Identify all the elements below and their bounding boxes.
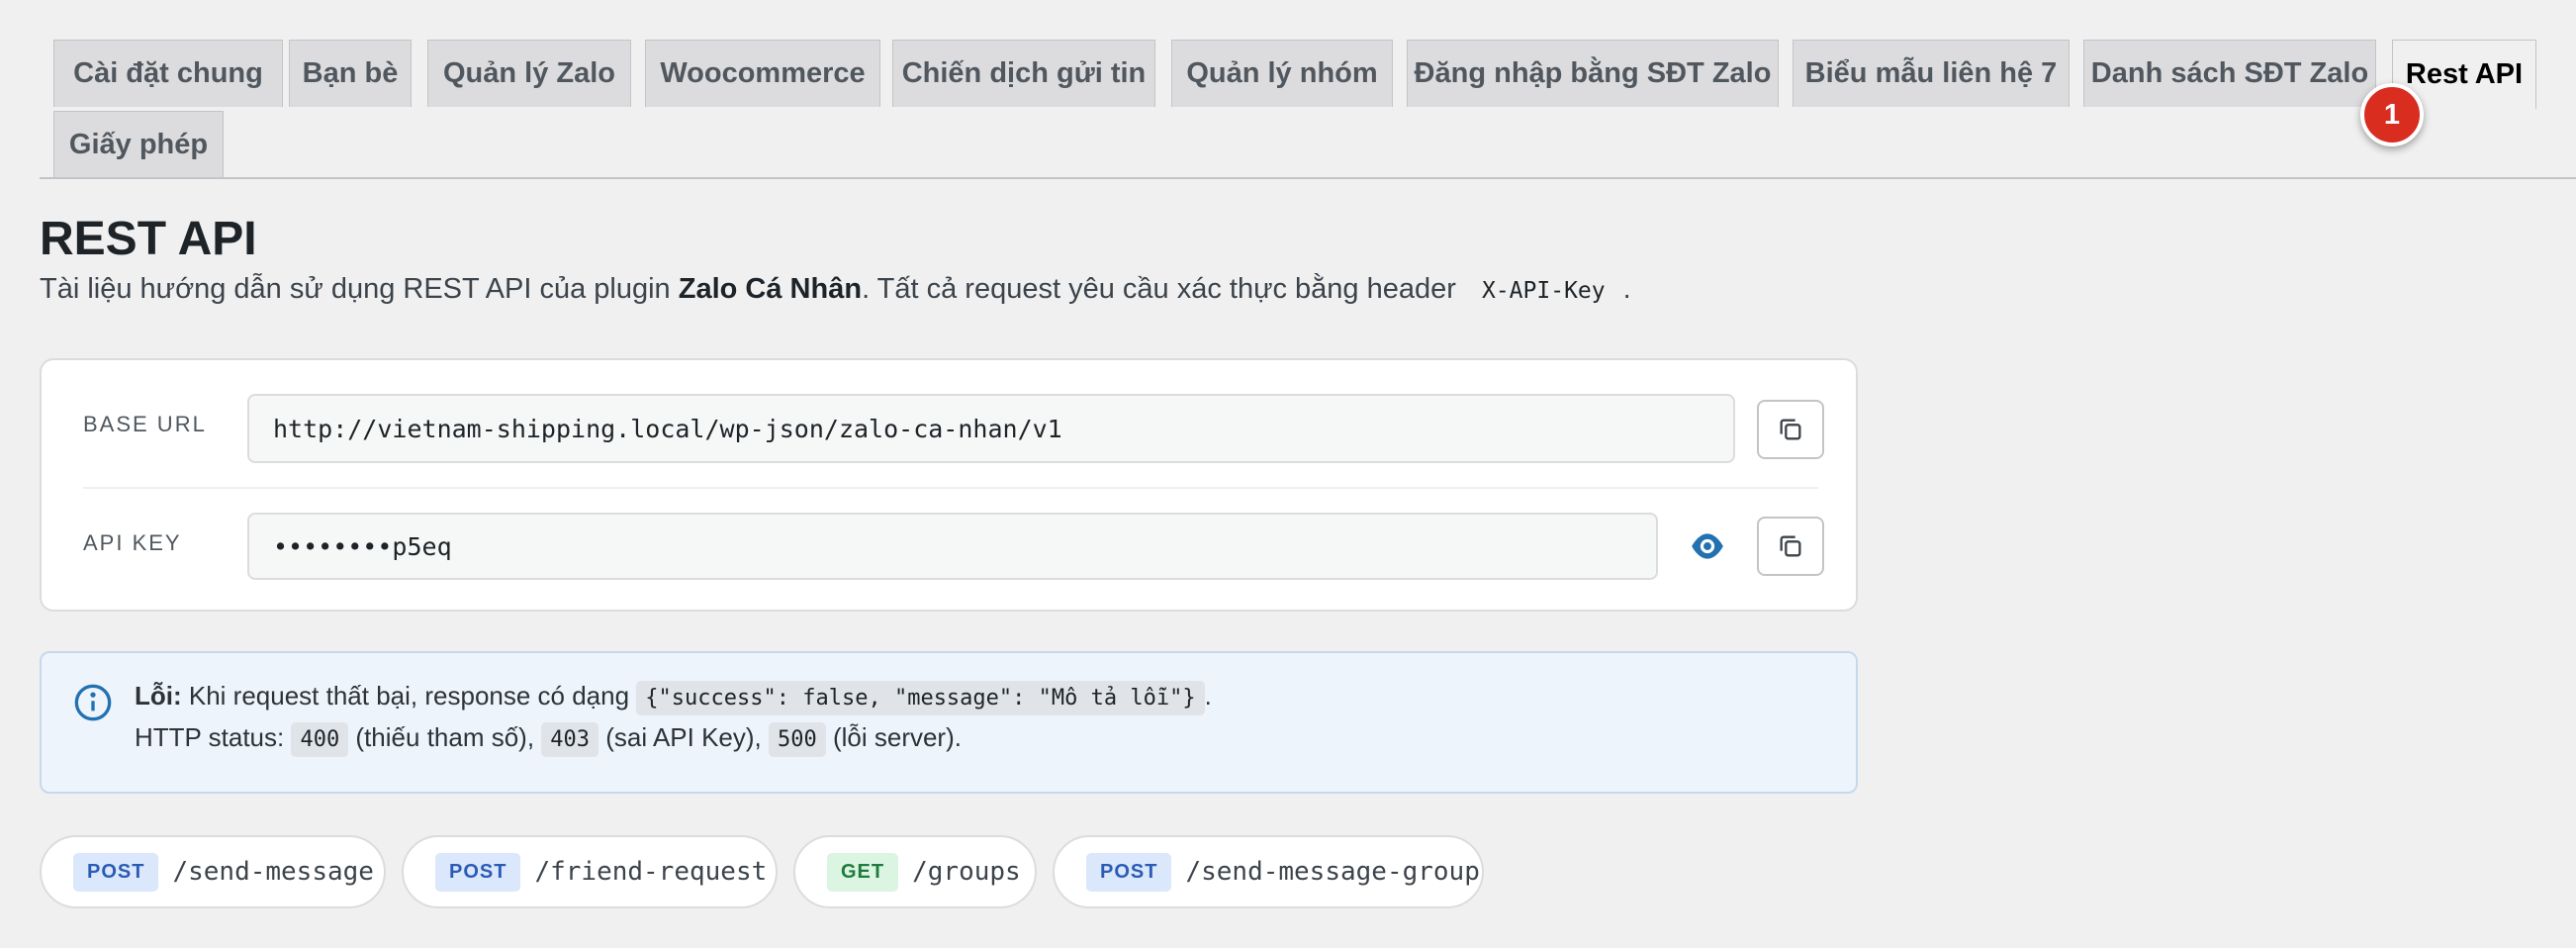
- method-badge: GET: [827, 852, 899, 892]
- endpoint-path: /send-message: [172, 857, 374, 887]
- status-500-desc: (lỗi server).: [825, 722, 962, 752]
- endpoint-path: /groups: [912, 857, 1021, 887]
- error-info-box: Lỗi: Khi request thất bại, response có d…: [40, 651, 1858, 794]
- endpoint-path: /send-message-group: [1185, 857, 1480, 887]
- desc-header-code: X-API-Key: [1469, 274, 1617, 308]
- tab-general-settings[interactable]: Cài đặt chung: [53, 40, 283, 107]
- method-badge: POST: [73, 852, 159, 892]
- tab-group-management[interactable]: Quản lý nhóm: [1171, 40, 1393, 107]
- step-badge: 1: [2360, 83, 2424, 146]
- status-code-400: 400: [291, 722, 349, 757]
- desc-plugin-name: Zalo Cá Nhân: [678, 273, 863, 305]
- desc-suffix: .: [1622, 273, 1631, 305]
- page-title: REST API: [40, 213, 257, 265]
- endpoint-friend-request[interactable]: POST /friend-request: [402, 835, 778, 908]
- endpoint-groups[interactable]: GET /groups: [793, 835, 1037, 908]
- copy-api-key-button[interactable]: [1757, 517, 1824, 576]
- error-end: .: [1204, 681, 1212, 711]
- tab-zalo-phone-login[interactable]: Đăng nhập bằng SĐT Zalo: [1407, 40, 1779, 107]
- base-url-label: BASE URL: [83, 412, 207, 436]
- tab-woocommerce[interactable]: Woocommerce: [645, 40, 880, 107]
- show-api-key-icon[interactable]: [1686, 524, 1729, 568]
- api-config-card: BASE URL http://vietnam-shipping.local/w…: [40, 358, 1858, 612]
- page-description: Tài liệu hướng dẫn sử dụng REST API của …: [40, 273, 1631, 308]
- tab-license[interactable]: Giấy phép: [53, 111, 224, 178]
- http-status-line: HTTP status: 400 (thiếu tham số), 403 (s…: [135, 722, 962, 757]
- status-403-desc: (sai API Key),: [598, 722, 769, 752]
- error-format-line: Lỗi: Khi request thất bại, response có d…: [135, 681, 1212, 715]
- api-key-field[interactable]: ••••••••p5eq: [247, 513, 1658, 580]
- status-code-403: 403: [541, 722, 599, 757]
- copy-base-url-button[interactable]: [1757, 400, 1824, 459]
- info-icon: [74, 684, 112, 721]
- copy-icon: [1780, 535, 1801, 557]
- error-title: Lỗi:: [135, 681, 182, 711]
- tabs-divider: [40, 177, 2576, 179]
- endpoint-send-message[interactable]: POST /send-message: [40, 835, 386, 908]
- tab-campaigns[interactable]: Chiến dịch gửi tin: [892, 40, 1155, 107]
- status-prefix: HTTP status:: [135, 722, 292, 752]
- api-key-label: API KEY: [83, 530, 182, 555]
- desc-mid: . Tất cả request yêu cầu xác thực bằng h…: [862, 273, 1464, 305]
- base-url-field[interactable]: http://vietnam-shipping.local/wp-json/za…: [247, 394, 1735, 463]
- status-code-500: 500: [768, 722, 826, 757]
- status-400-desc: (thiếu tham số),: [348, 722, 542, 752]
- tab-zalo-management[interactable]: Quản lý Zalo: [427, 40, 631, 107]
- method-badge: POST: [435, 852, 521, 892]
- card-divider: [83, 487, 1818, 489]
- endpoint-send-message-group[interactable]: POST /send-message-group: [1053, 835, 1484, 908]
- tab-contact-form-7[interactable]: Biểu mẫu liên hệ 7: [1793, 40, 2070, 107]
- endpoint-path: /friend-request: [534, 857, 768, 887]
- copy-icon: [1780, 419, 1801, 440]
- tab-friends[interactable]: Bạn bè: [289, 40, 412, 107]
- method-badge: POST: [1086, 852, 1172, 892]
- error-response-code: {"success": false, "message": "Mô tả lỗi…: [636, 681, 1205, 715]
- tab-zalo-phone-list[interactable]: Danh sách SĐT Zalo: [2083, 40, 2376, 107]
- desc-prefix: Tài liệu hướng dẫn sử dụng REST API của …: [40, 273, 679, 305]
- error-text: Khi request thất bại, response có dạng: [181, 681, 637, 711]
